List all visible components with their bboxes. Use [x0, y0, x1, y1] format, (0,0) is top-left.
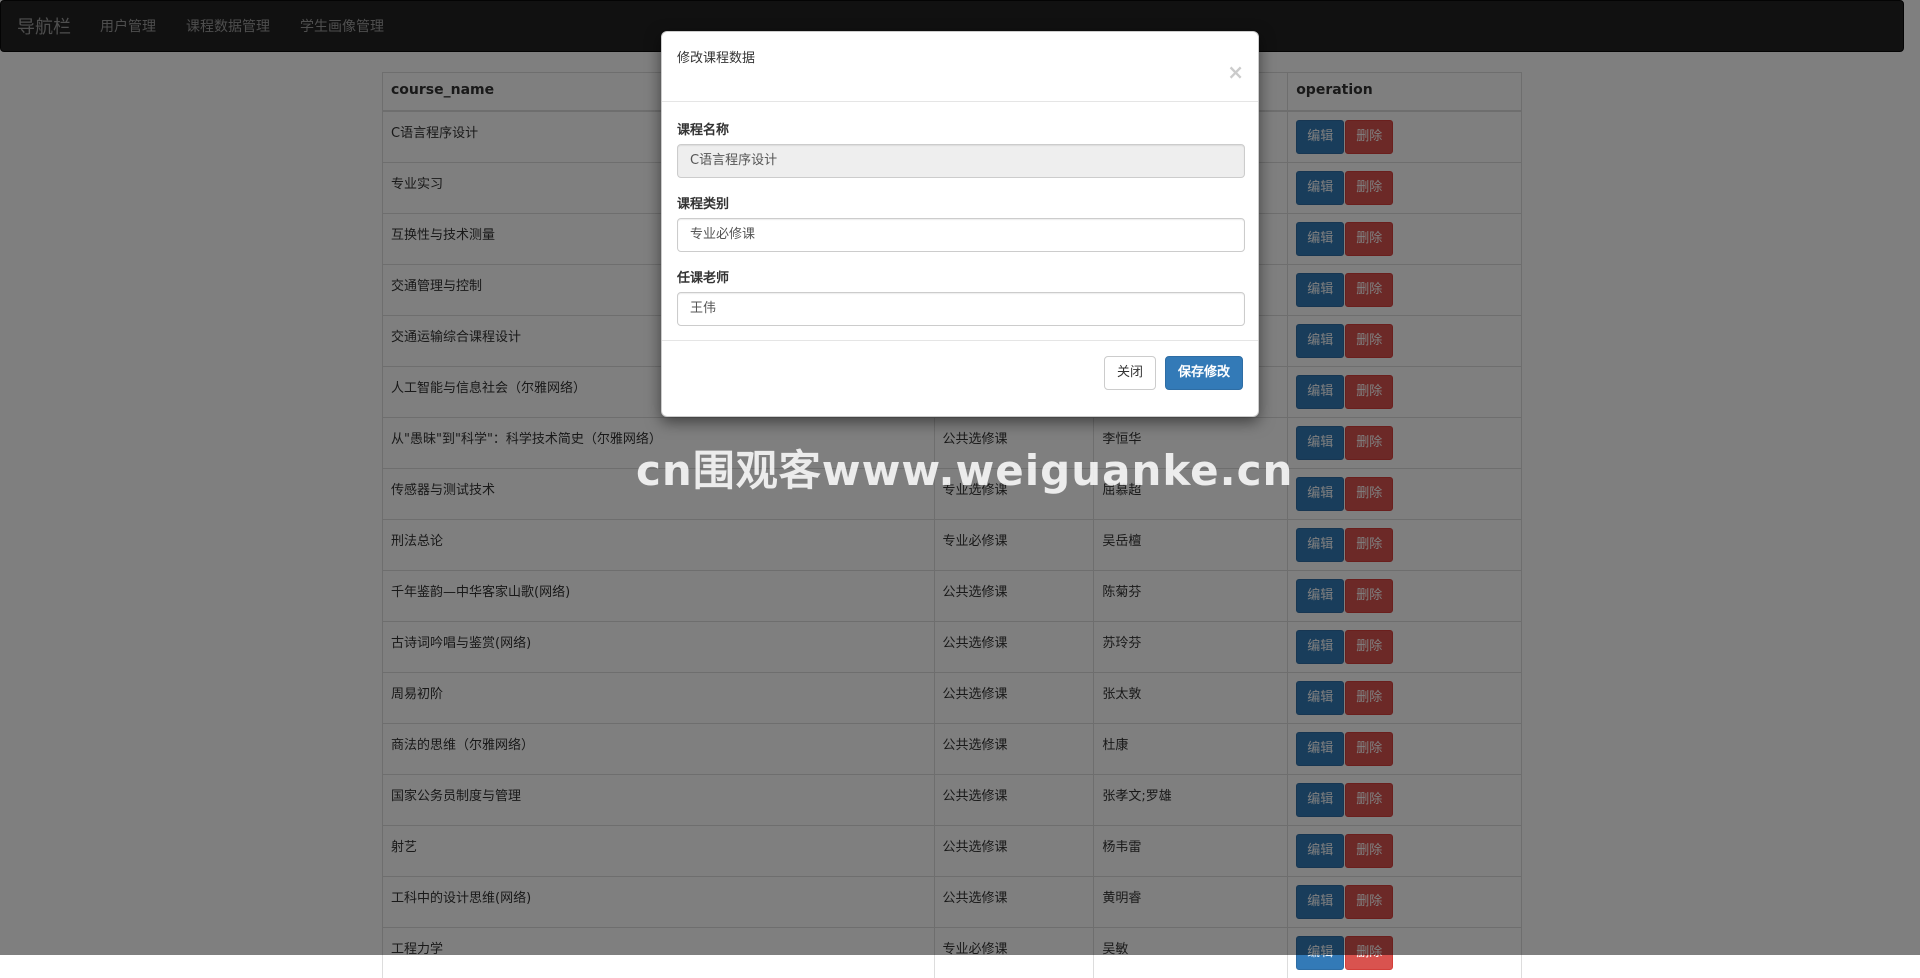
form-group-teacher: 任课老师 王伟: [677, 267, 1243, 326]
course-name-input[interactable]: C语言程序设计: [677, 144, 1245, 178]
modal-title: 修改课程数据: [677, 47, 1243, 66]
edit-course-modal: 修改课程数据 × 课程名称 C语言程序设计 课程类别 专业必修课 任课老师 王伟…: [661, 31, 1259, 417]
teacher-input[interactable]: 王伟: [677, 292, 1245, 326]
modal-body: 课程名称 C语言程序设计 课程类别 专业必修课 任课老师 王伟: [662, 102, 1258, 340]
modal-footer: 关闭 保存修改: [662, 340, 1258, 416]
course-type-input[interactable]: 专业必修课: [677, 218, 1245, 252]
modal-header: 修改课程数据 ×: [662, 32, 1258, 102]
close-icon[interactable]: ×: [1227, 62, 1244, 82]
save-changes-button[interactable]: 保存修改: [1165, 356, 1243, 390]
form-group-course-name: 课程名称 C语言程序设计: [677, 119, 1243, 178]
course-type-label: 课程类别: [677, 193, 1243, 212]
close-button[interactable]: 关闭: [1104, 356, 1156, 390]
form-group-course-type: 课程类别 专业必修课: [677, 193, 1243, 252]
teacher-label: 任课老师: [677, 267, 1243, 286]
watermark-text: cn围观客www.weiguanke.cn: [636, 437, 1293, 498]
course-name-label: 课程名称: [677, 119, 1243, 138]
